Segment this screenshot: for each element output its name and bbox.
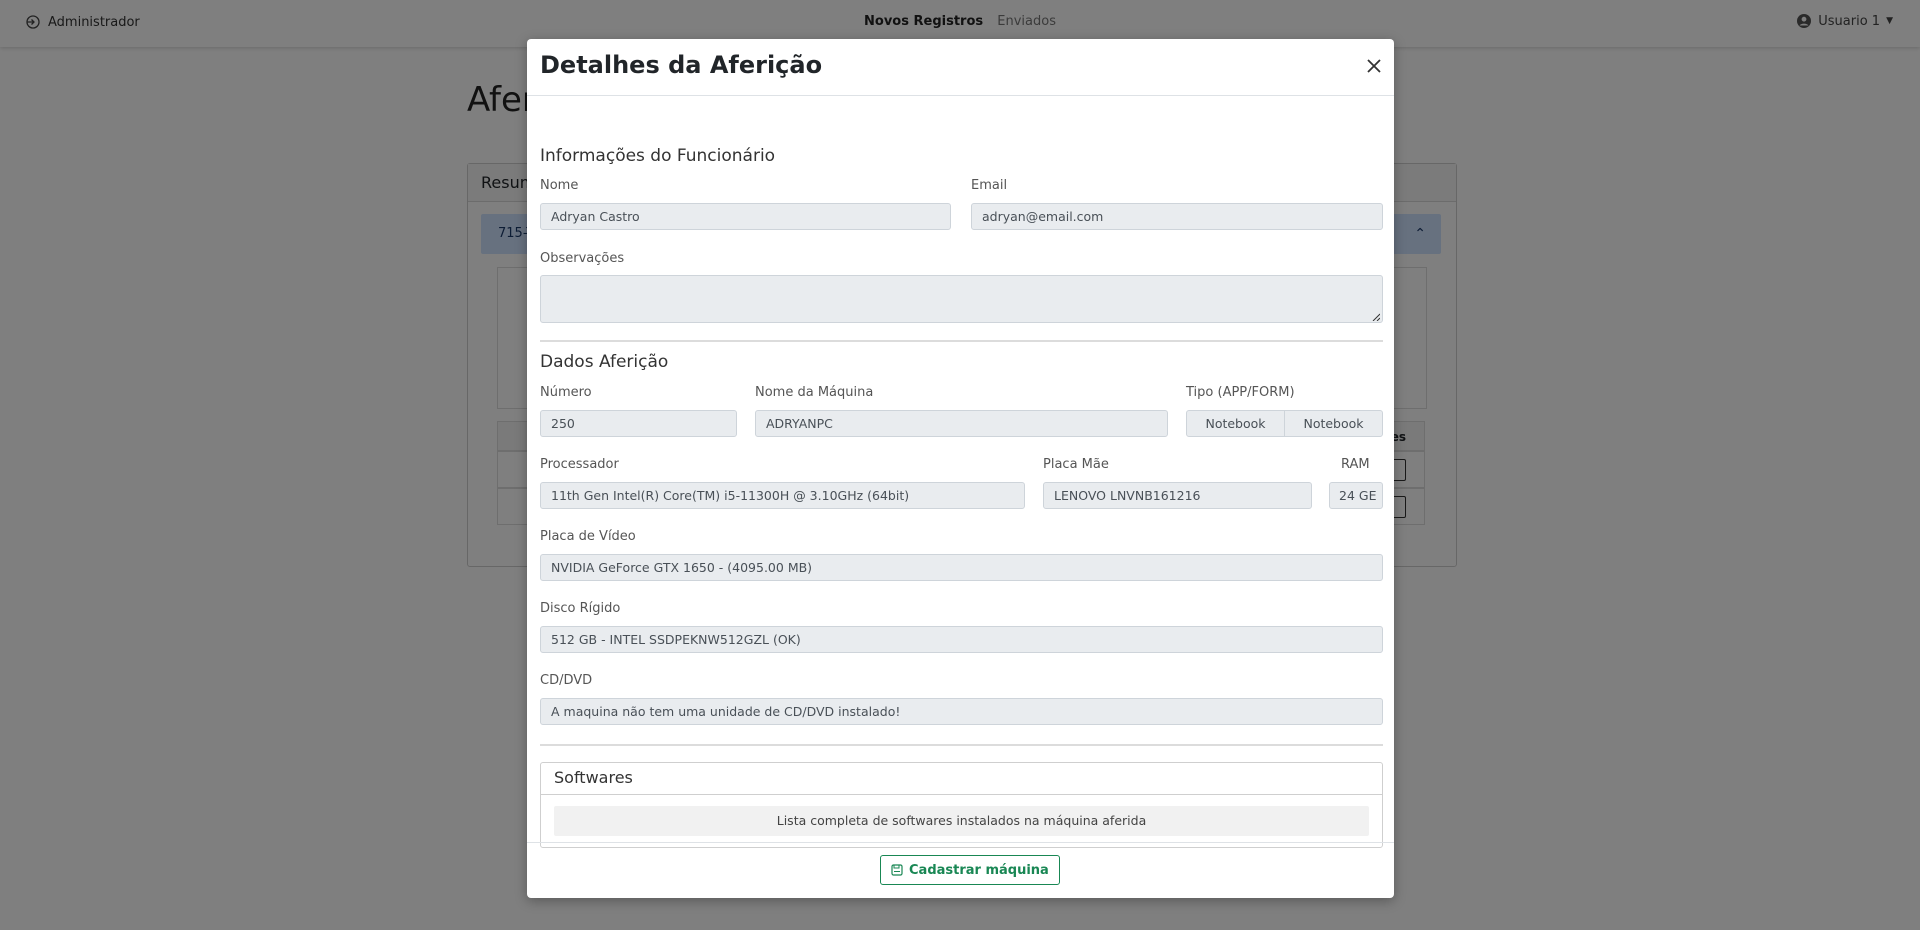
- label-processador: Processador: [540, 457, 619, 472]
- divider: [540, 340, 1383, 342]
- section-title-employee: Informações do Funcionário: [540, 146, 776, 166]
- nome-field[interactable]: Adryan Castro: [540, 203, 951, 230]
- placa-video-field[interactable]: NVIDIA GeForce GTX 1650 - (4095.00 MB): [540, 554, 1383, 581]
- softwares-title: Softwares: [541, 763, 1382, 795]
- processador-field[interactable]: 11th Gen Intel(R) Core(TM) i5-11300H @ 3…: [540, 482, 1025, 509]
- disco-field[interactable]: 512 GB - INTEL SSDPEKNW512GZL (OK): [540, 626, 1383, 653]
- label-nome: Nome: [540, 178, 579, 193]
- label-observacoes: Observações: [540, 251, 625, 266]
- observacoes-textarea[interactable]: [540, 275, 1383, 323]
- label-disco: Disco Rígido: [540, 601, 621, 616]
- label-nome-maquina: Nome da Máquina: [755, 385, 874, 400]
- section-title-dados: Dados Aferição: [540, 352, 669, 372]
- details-modal: Detalhes da Aferição Informações do Func…: [527, 39, 1394, 898]
- numero-field[interactable]: 250: [540, 410, 737, 437]
- label-cd-dvd: CD/DVD: [540, 673, 593, 688]
- label-ram: RAM: [1341, 457, 1370, 472]
- tipo-toggle: Notebook Notebook: [1186, 410, 1383, 437]
- cadastrar-maquina-button[interactable]: Cadastrar máquina: [880, 855, 1060, 885]
- modal-title: Detalhes da Aferição: [540, 51, 823, 79]
- ram-field[interactable]: 24 GE: [1329, 482, 1383, 509]
- resize-grip-icon[interactable]: [1372, 313, 1380, 321]
- label-placa-video: Placa de Vídeo: [540, 529, 636, 544]
- label-email: Email: [971, 178, 1008, 193]
- save-icon: [891, 864, 903, 876]
- email-field[interactable]: adryan@email.com: [971, 203, 1383, 230]
- softwares-card: Softwares Lista completa de softwares in…: [540, 762, 1383, 848]
- tipo-option[interactable]: Notebook: [1284, 411, 1382, 436]
- label-tipo: Tipo (APP/FORM): [1186, 385, 1295, 400]
- softwares-list-placeholder: Lista completa de softwares instalados n…: [554, 806, 1369, 836]
- modal-header: Detalhes da Aferição: [527, 39, 1394, 96]
- close-icon[interactable]: [1364, 56, 1384, 76]
- label-numero: Número: [540, 385, 592, 400]
- tipo-option[interactable]: Notebook: [1187, 411, 1284, 436]
- cadastrar-maquina-label: Cadastrar máquina: [909, 862, 1049, 878]
- label-placa-mae: Placa Mãe: [1043, 457, 1109, 472]
- placa-mae-field[interactable]: LENOVO LNVNB161216: [1043, 482, 1312, 509]
- nome-maquina-field[interactable]: ADRYANPC: [755, 410, 1168, 437]
- modal-footer: Cadastrar máquina: [527, 842, 1394, 898]
- cd-dvd-field[interactable]: A maquina não tem uma unidade de CD/DVD …: [540, 698, 1383, 725]
- divider: [540, 744, 1383, 746]
